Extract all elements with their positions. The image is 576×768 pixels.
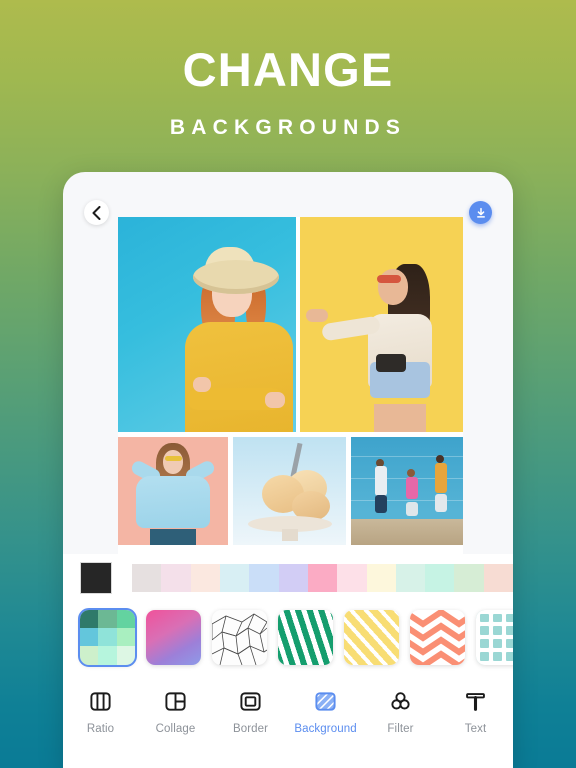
border-icon bbox=[239, 688, 262, 714]
pattern-swatch-yellow-stripes[interactable] bbox=[344, 609, 399, 665]
collage-icon bbox=[164, 688, 187, 714]
pattern-swatch-coral-chevron[interactable] bbox=[410, 609, 465, 665]
pattern-swatch-geometric[interactable] bbox=[212, 609, 267, 665]
chevron-pattern-icon bbox=[410, 609, 465, 665]
tool-text[interactable]: Text bbox=[441, 688, 511, 735]
pattern-swatch-teal-grid[interactable] bbox=[476, 609, 513, 665]
color-swatch[interactable] bbox=[219, 564, 250, 592]
collage-canvas[interactable] bbox=[118, 217, 463, 554]
pattern-swatch-palette[interactable] bbox=[78, 607, 137, 667]
collage-photo-1[interactable] bbox=[118, 217, 296, 432]
download-button[interactable] bbox=[469, 201, 492, 224]
color-swatch[interactable] bbox=[454, 564, 484, 592]
tool-label: Ratio bbox=[86, 723, 115, 735]
ratio-icon bbox=[89, 688, 112, 714]
editor-toolbar[interactable]: Ratio Collage Border Background Filter T… bbox=[63, 674, 513, 768]
tool-collage[interactable]: Collage bbox=[141, 688, 211, 735]
app-topbar bbox=[63, 172, 513, 225]
color-swatch[interactable] bbox=[249, 564, 279, 592]
color-palette-strip[interactable] bbox=[132, 564, 513, 592]
text-icon bbox=[464, 688, 487, 714]
collage-photo-4[interactable] bbox=[233, 437, 346, 545]
color-picker-row[interactable] bbox=[63, 562, 513, 594]
color-swatch[interactable] bbox=[395, 564, 426, 592]
filter-icon bbox=[389, 688, 412, 714]
tool-label: Text bbox=[464, 723, 487, 735]
color-swatch[interactable] bbox=[366, 564, 396, 592]
tool-ratio[interactable]: Ratio bbox=[66, 688, 136, 735]
pattern-swatch-green-stripes[interactable] bbox=[278, 609, 333, 665]
color-swatch[interactable] bbox=[307, 564, 338, 592]
tool-label: Border bbox=[232, 723, 269, 735]
collage-bottom-row bbox=[118, 437, 463, 545]
color-swatch[interactable] bbox=[337, 564, 367, 592]
color-swatch[interactable] bbox=[132, 564, 162, 592]
geometric-mesh-icon bbox=[212, 613, 267, 665]
color-swatch[interactable] bbox=[190, 564, 220, 592]
collage-photo-3[interactable] bbox=[118, 437, 228, 545]
collage-photo-5[interactable] bbox=[351, 437, 463, 545]
app-screen-card: Ratio Collage Border Background Filter T… bbox=[63, 172, 513, 768]
tool-label: Collage bbox=[155, 723, 196, 735]
collage-top-row bbox=[118, 217, 463, 432]
pattern-swatch-gradient[interactable] bbox=[146, 609, 201, 665]
color-swatch[interactable] bbox=[425, 564, 455, 592]
color-swatch[interactable] bbox=[161, 564, 191, 592]
chevron-left-icon bbox=[92, 205, 101, 220]
tool-label: Background bbox=[294, 723, 357, 735]
tool-filter[interactable]: Filter bbox=[366, 688, 436, 735]
color-swatch[interactable] bbox=[483, 564, 513, 592]
pattern-picker-row[interactable] bbox=[63, 604, 513, 670]
download-icon bbox=[476, 207, 485, 218]
tool-label: Filter bbox=[387, 723, 414, 735]
color-swatch[interactable] bbox=[278, 564, 308, 592]
back-button[interactable] bbox=[84, 200, 109, 225]
promo-header: CHANGE BACKGROUNDS bbox=[0, 0, 576, 138]
selected-color-swatch[interactable] bbox=[80, 562, 112, 594]
page-title: CHANGE bbox=[182, 43, 394, 96]
editor-panel: Ratio Collage Border Background Filter T… bbox=[63, 554, 513, 768]
tool-border[interactable]: Border bbox=[216, 688, 286, 735]
page-subtitle: BACKGROUNDS bbox=[169, 116, 407, 139]
tool-background[interactable]: Background bbox=[291, 688, 361, 735]
background-icon bbox=[314, 688, 337, 714]
collage-photo-2[interactable] bbox=[300, 217, 463, 432]
